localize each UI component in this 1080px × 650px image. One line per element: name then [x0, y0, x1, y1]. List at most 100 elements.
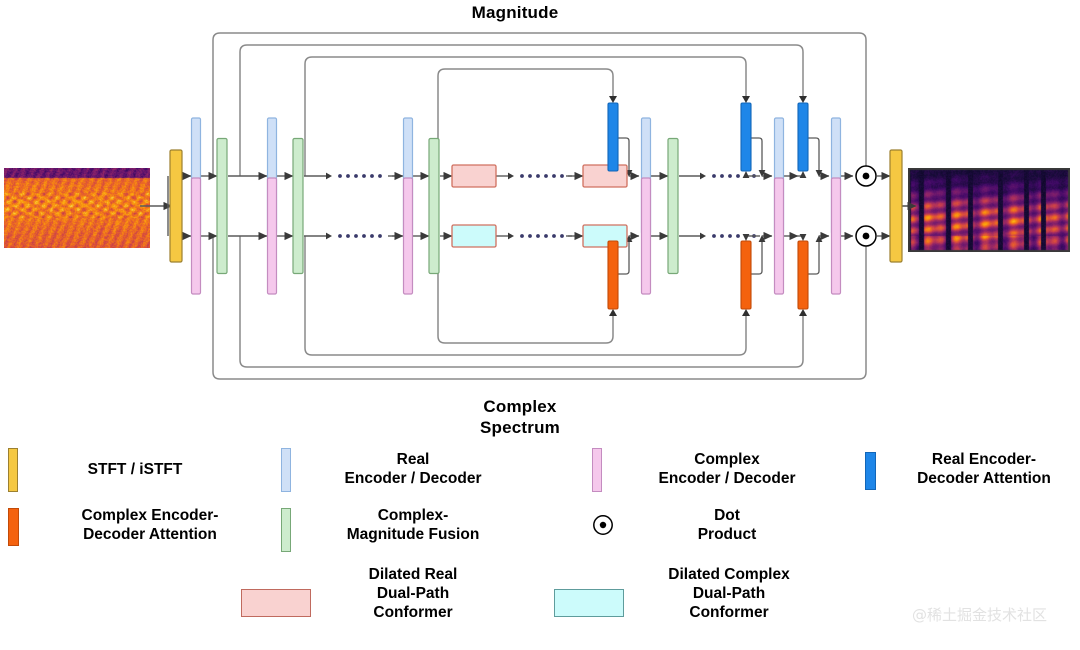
attention-return [808, 242, 820, 275]
skip-connection [212, 32, 867, 176]
ellipsis-dot [528, 174, 532, 178]
complex-encoder [402, 177, 414, 295]
block-group [169, 102, 903, 310]
flow-arrowhead [700, 232, 706, 240]
real-encoder-decoder-attention [607, 102, 619, 172]
ellipsis-dot [370, 174, 374, 178]
legend-swatch-complex-encoder-decoder-attention [8, 508, 19, 546]
dot-product-center [862, 172, 870, 180]
legend-label-dot-product: Dot Product [697, 507, 757, 543]
real-encoder-decoder-attention [797, 102, 809, 172]
skip-arrowhead [609, 96, 617, 103]
legend-label-complex-magnitude-fusion: Complex- Magnitude Fusion [346, 507, 480, 543]
ellipsis-dot [378, 234, 382, 238]
legend-label-real-encoder-decoder-attention: Real Encoder- Decoder Attention [917, 451, 1051, 487]
ellipsis-dot [544, 234, 548, 238]
legend-swatch-stft-istft [8, 448, 18, 492]
flow-arrowhead [508, 232, 514, 240]
complex-encoder [190, 177, 202, 295]
ellipsis-dot [544, 174, 548, 178]
ellipsis-dot [560, 234, 564, 238]
legend-swatch-complex-encoder-decoder [592, 448, 602, 492]
attention-return [751, 242, 763, 275]
flow-arrowhead [799, 234, 807, 241]
ellipsis-dot [362, 174, 366, 178]
skip-arrowhead [609, 309, 617, 316]
dot-product-center [862, 232, 870, 240]
skip-arrowhead [799, 309, 807, 316]
skip-connection [304, 56, 747, 176]
complex-encoder [266, 177, 278, 295]
skip-connection [212, 236, 867, 380]
complex-magnitude-fusion [428, 137, 440, 275]
legend-swatch-real-encoder-decoder-attention [865, 452, 876, 490]
skip-connection [304, 236, 747, 356]
ellipsis-dot [354, 234, 358, 238]
figure-canvas: Magnitude Complex Spectrum STFT / iSTFT R… [0, 0, 1080, 650]
ellipsis-dot [338, 234, 342, 238]
complex-decoder [773, 177, 785, 295]
dilated-real-dual-path-conformer [582, 164, 628, 188]
ellipsis-dot [362, 234, 366, 238]
flow-arrowhead [326, 172, 332, 180]
ellipsis-dot [728, 234, 732, 238]
complex-magnitude-fusion [667, 137, 679, 275]
attention-return [808, 137, 820, 170]
dilated-complex-dual-path-conformer [451, 224, 497, 248]
flow-arrowhead [742, 234, 750, 241]
ellipsis-dot [720, 234, 724, 238]
dilated-real-dual-path-conformer [451, 164, 497, 188]
legend-label-dilated-real-conformer: Dilated Real Dual-Path Conformer [368, 566, 458, 621]
complex-magnitude-fusion [292, 137, 304, 275]
ellipsis-dot [528, 234, 532, 238]
complex-encoder-decoder-attention [607, 240, 619, 310]
watermark: @稀土掘金技术社区 [912, 606, 1048, 624]
skip-arrowhead [799, 96, 807, 103]
complex-encoder-decoder-attention [797, 240, 809, 310]
ellipsis-dot [346, 174, 350, 178]
legend-label-stft-istft: STFT / iSTFT [87, 461, 183, 478]
legend-label-real-encoder-decoder: Real Encoder / Decoder [344, 451, 482, 487]
magnitude-path-label: Magnitude [471, 3, 559, 22]
ellipsis-dot [520, 174, 524, 178]
legend-label-complex-encoder-decoder-attention: Complex Encoder- Decoder Attention [81, 507, 219, 543]
skip-arrowhead [742, 96, 750, 103]
skip-connection [239, 236, 804, 368]
complex-decoder [830, 177, 842, 295]
stft-block [169, 149, 183, 263]
flow-arrowhead [326, 232, 332, 240]
ellipsis-dot [552, 234, 556, 238]
ellipsis-dot [720, 174, 724, 178]
skip-arrowhead [742, 309, 750, 316]
ellipsis-dot [346, 234, 350, 238]
istft-block [889, 149, 903, 263]
complex-encoder-decoder-attention [740, 240, 752, 310]
ellipsis-dot [370, 234, 374, 238]
legend-label-complex-encoder-decoder: Complex Encoder / Decoder [658, 451, 796, 487]
legend-label-dilated-complex-conformer: Dilated Complex Dual-Path Conformer [668, 566, 790, 621]
ellipsis-dot [378, 174, 382, 178]
legend-swatch-real-encoder-decoder [281, 448, 291, 492]
attention-return [751, 137, 763, 170]
ellipsis-dot [536, 234, 540, 238]
skip-connection [437, 68, 614, 176]
skip-connection [239, 44, 804, 176]
dilated-complex-dual-path-conformer [582, 224, 628, 248]
ellipsis-dot [560, 174, 564, 178]
skip-connection-group [212, 32, 867, 380]
ellipsis-dot [552, 174, 556, 178]
flow-arrowhead [742, 171, 750, 178]
ellipsis-dot [712, 174, 716, 178]
ellipsis-dot [520, 234, 524, 238]
real-encoder-decoder-attention [740, 102, 752, 172]
ellipsis-dot [728, 174, 732, 178]
complex-decoder [640, 177, 652, 295]
skip-connection [437, 236, 614, 344]
flow-arrowhead [700, 172, 706, 180]
ellipsis-dot [736, 234, 740, 238]
ellipsis-dot [712, 234, 716, 238]
flow-arrowhead [508, 172, 514, 180]
ellipsis-dot [736, 174, 740, 178]
legend-swatch-complex-magnitude-fusion [281, 508, 291, 552]
ellipsis-dot [354, 174, 358, 178]
